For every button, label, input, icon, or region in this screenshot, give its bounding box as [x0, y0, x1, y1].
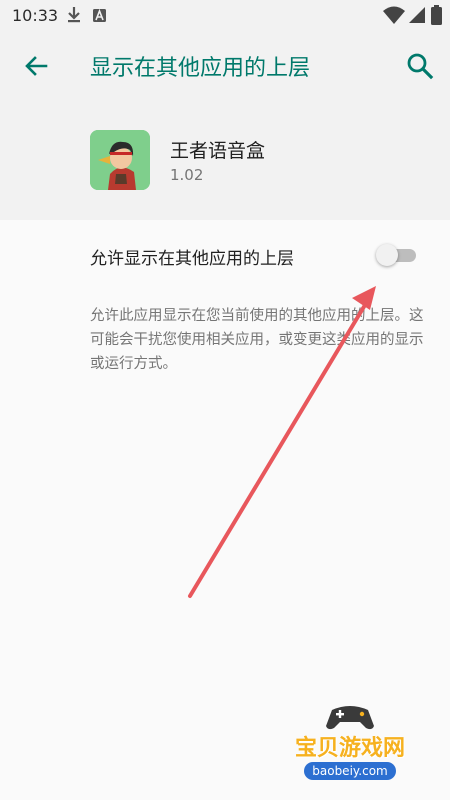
search-icon[interactable]	[404, 50, 436, 82]
permission-summary: 允许此应用显示在您当前使用的其他应用的上层。这可能会干扰您使用相关应用，或变更这…	[90, 308, 424, 372]
switch-thumb	[376, 244, 398, 266]
gamepad-icon	[326, 706, 374, 730]
watermark-logo: 宝贝游戏网 baobeiy.com	[270, 700, 430, 790]
permission-label: 允许显示在其他应用的上层	[90, 249, 294, 269]
status-bar: 10:33	[0, 0, 450, 32]
watermark-text: 宝贝游戏网	[294, 736, 405, 761]
watermark-url: baobeiy.com	[304, 762, 396, 780]
wifi-icon	[383, 6, 405, 24]
status-time: 10:33	[12, 6, 59, 25]
app-version: 1.02	[170, 166, 204, 184]
page-title: 显示在其他应用的上层	[90, 56, 311, 81]
signal-icon	[409, 7, 425, 23]
app-icon	[90, 130, 150, 190]
a-badge-icon	[93, 9, 106, 22]
battery-icon	[431, 5, 442, 25]
app-header: 王者语音盒 1.02	[0, 102, 450, 220]
permission-toggle-row[interactable]: 允许显示在其他应用的上层	[0, 220, 450, 290]
app-name: 王者语音盒	[170, 140, 266, 162]
back-arrow-icon[interactable]	[20, 50, 52, 82]
download-icon	[68, 7, 80, 23]
permission-switch[interactable]	[376, 244, 418, 266]
app-bar: 显示在其他应用的上层	[0, 32, 450, 102]
